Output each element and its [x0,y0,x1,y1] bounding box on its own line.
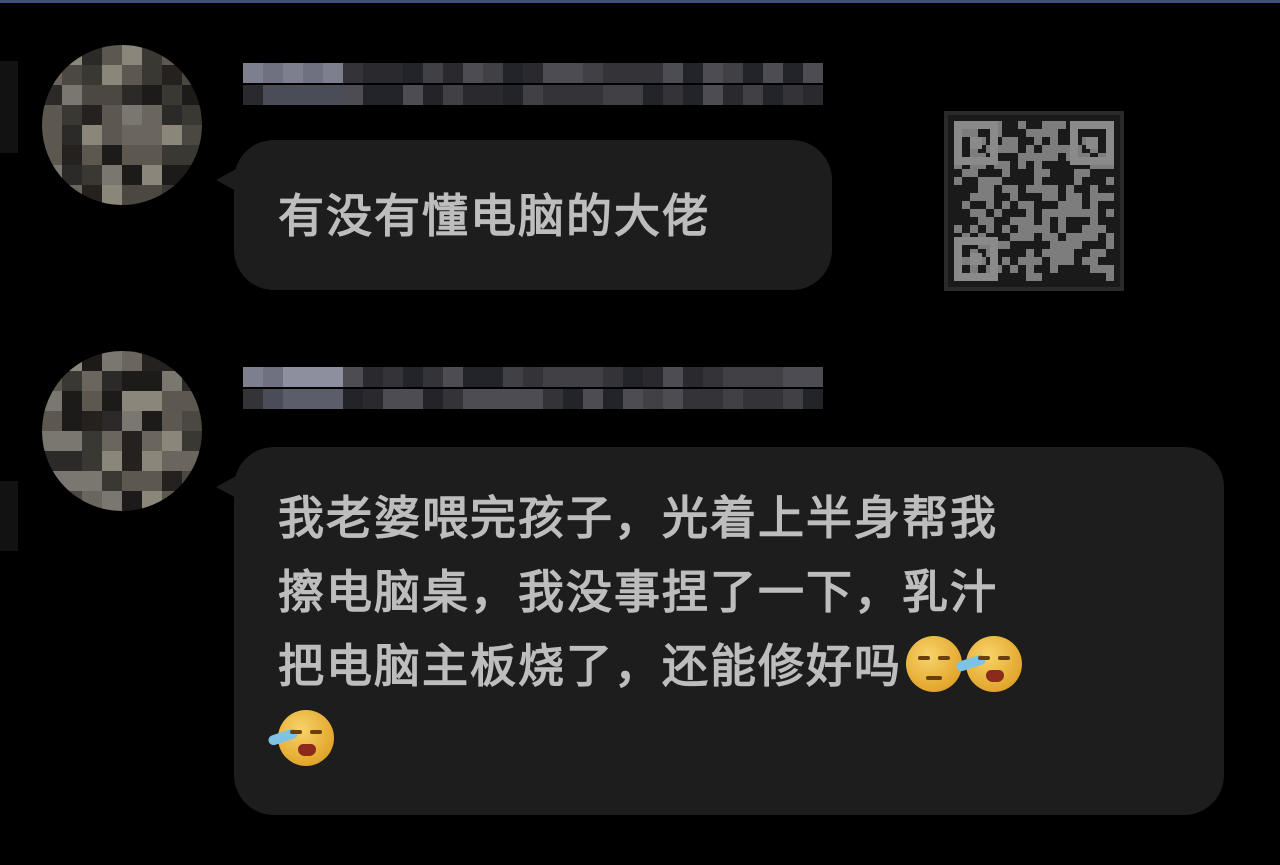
left-edge-fragment [0,481,18,551]
message-text-line: 把电脑主板烧了，还能修好吗 [278,629,1184,703]
avatar[interactable] [42,351,202,511]
message-text-line: 我老婆喂完孩子，光着上半身帮我 [278,491,998,545]
qr-finder-pattern [954,237,998,281]
message-emoji-line [267,703,1184,777]
qr-finder-pattern [954,121,998,165]
qr-code-icon [944,111,1124,291]
message-text-segment: 把电脑主板烧了，还能修好吗 [278,639,902,693]
smirk-face-icon [906,636,962,692]
crying-face-icon [955,636,1022,692]
crying-face-icon [267,710,334,766]
qr-finder-pattern [1070,121,1114,165]
message-bubble[interactable]: 有没有懂电脑的大佬 [216,140,832,290]
message-text: 有没有懂电脑的大佬 [278,189,710,243]
left-edge-fragment [0,61,18,153]
chat-screenshot: 有没有懂电脑的大佬 我老婆喂完孩子，光着上半身帮我 擦电脑桌，我没事捏了一下，乳… [0,0,1280,865]
message-text-line: 擦电脑桌，我没事捏了一下，乳汁 [278,565,998,619]
message-bubble[interactable]: 我老婆喂完孩子，光着上半身帮我 擦电脑桌，我没事捏了一下，乳汁 把电脑主板烧了，… [216,447,1224,815]
sender-name-blurred [243,367,833,411]
sender-name-blurred [243,63,833,107]
avatar[interactable] [42,45,202,205]
